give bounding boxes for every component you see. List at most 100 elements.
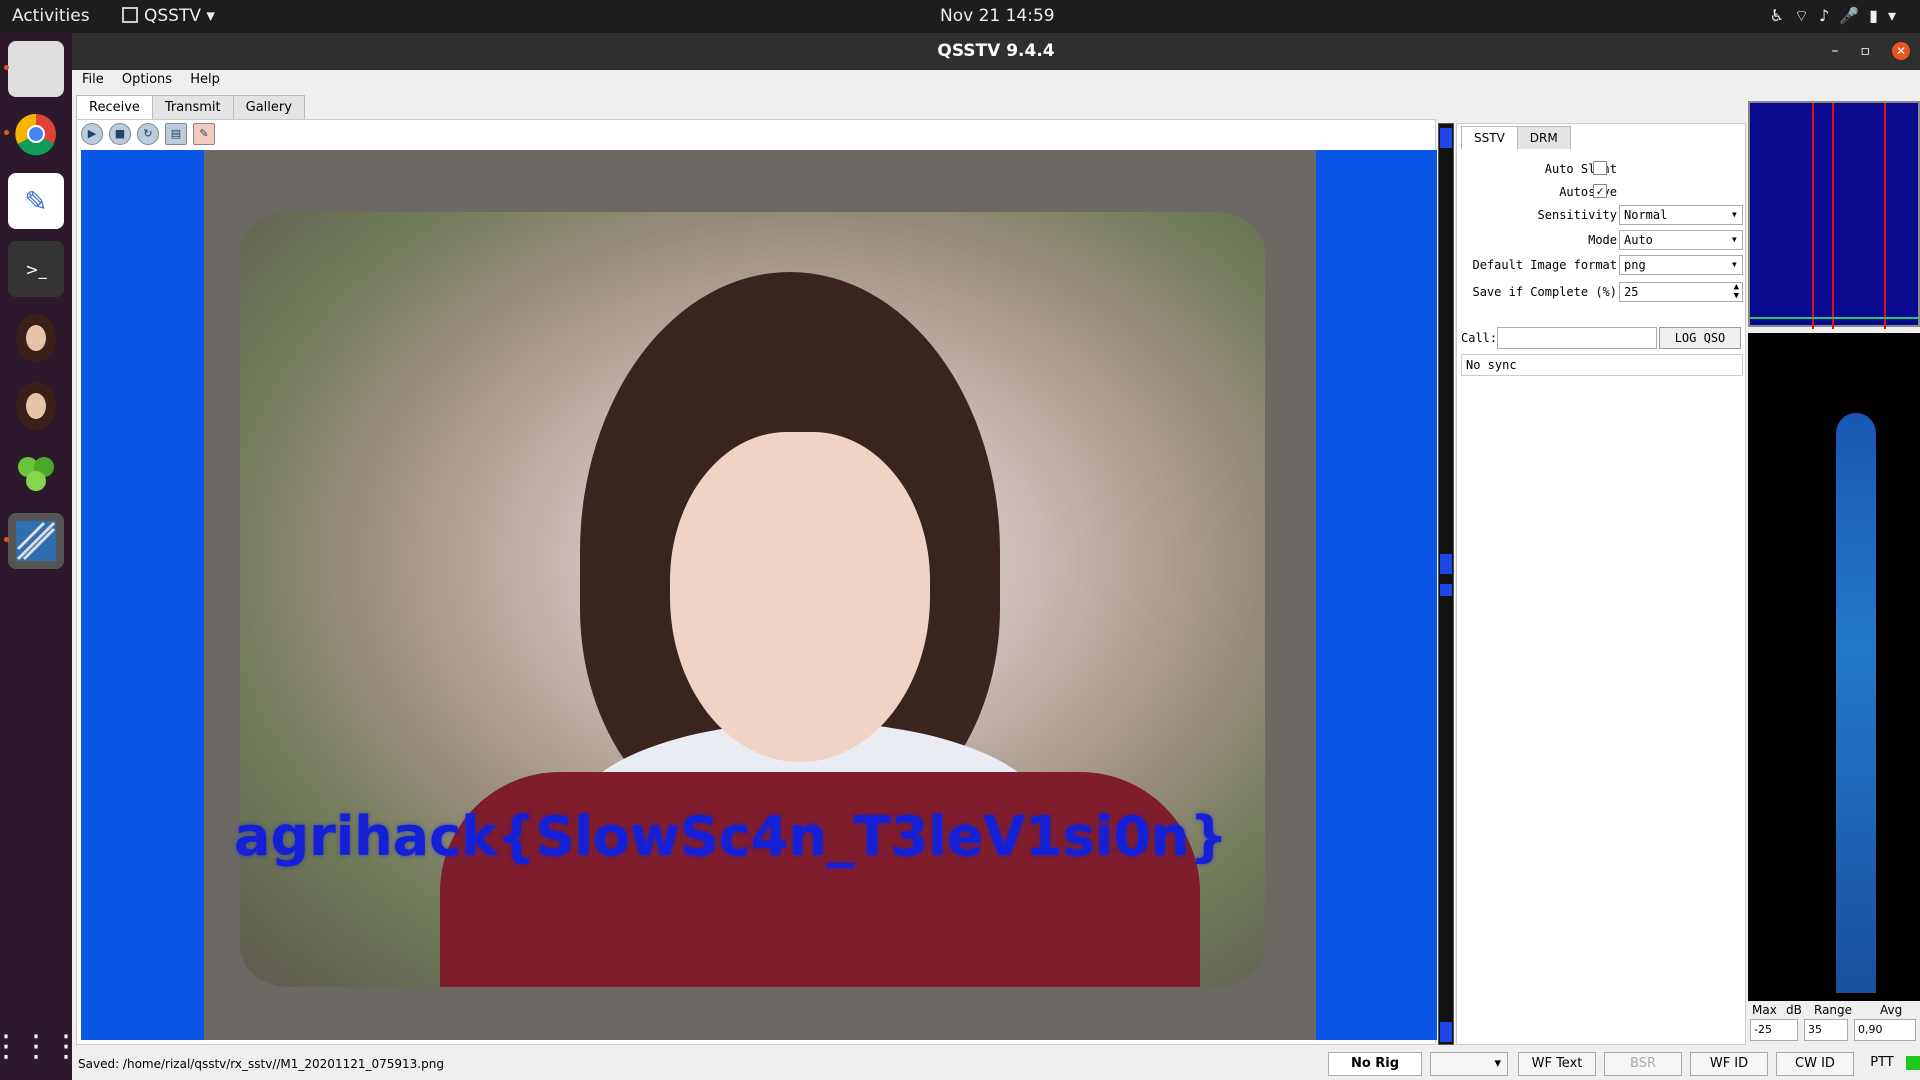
save-complete-row: Save if Complete (%) 25 ▲ ▼ <box>1457 281 1747 303</box>
activities-button[interactable]: Activities <box>12 6 90 26</box>
rig-select[interactable]: ▾ <box>1430 1052 1508 1076</box>
portrait-app-icon[interactable] <box>8 309 64 365</box>
resync-icon[interactable]: ↻ <box>137 123 159 145</box>
tab-gallery[interactable]: Gallery <box>232 95 305 119</box>
portrait-64-image <box>16 382 56 430</box>
cw-id-button[interactable]: CW ID <box>1776 1052 1854 1076</box>
system-tray[interactable]: ♿⌔♪🎤▮▾ <box>1770 6 1906 26</box>
maximize-button[interactable]: ▫ <box>1861 43 1893 59</box>
tab-drm[interactable]: DRM <box>1516 126 1571 149</box>
menu-options[interactable]: Options <box>122 72 172 87</box>
dock: ✎ >_ ⋮⋮⋮ <box>0 33 81 1080</box>
tuning-bar[interactable] <box>1438 123 1454 1045</box>
fft-baseline <box>1750 317 1918 319</box>
rig-status: No Rig <box>1328 1052 1422 1076</box>
accessibility-icon[interactable]: ♿ <box>1770 6 1794 25</box>
portrait-64-app-icon[interactable] <box>8 377 64 433</box>
main-tabs: Receive Transmit Gallery <box>76 95 305 119</box>
qsstv-app-icon[interactable] <box>4 513 64 569</box>
minimize-button[interactable]: – <box>1832 43 1861 59</box>
max-db-spinbox[interactable]: -25 <box>1750 1019 1798 1041</box>
image-format-select[interactable]: png <box>1619 255 1743 275</box>
stop-icon[interactable]: ■ <box>109 123 131 145</box>
wf-text-button[interactable]: WF Text <box>1518 1052 1596 1076</box>
app-menu-label: QSSTV <box>144 6 201 26</box>
auto-slant-checkbox[interactable] <box>1593 161 1607 175</box>
close-button[interactable]: ✕ <box>1892 42 1910 60</box>
sensitivity-label: Sensitivity <box>1537 208 1617 222</box>
bsr-button[interactable]: BSR <box>1604 1052 1682 1076</box>
tray-menu-chevron-down-icon[interactable]: ▾ <box>1888 6 1906 25</box>
waterfall-display[interactable] <box>1748 333 1920 1001</box>
erase-icon[interactable]: ✎ <box>193 123 215 145</box>
wf-id-button[interactable]: WF ID <box>1690 1052 1768 1076</box>
save-complete-spinbox[interactable]: 25 ▲ ▼ <box>1619 282 1743 302</box>
max-label: Max <box>1752 1003 1777 1017</box>
battery-icon[interactable]: ▮ <box>1869 6 1888 25</box>
sync-status: No sync <box>1461 354 1743 376</box>
spin-arrows-icon[interactable]: ▲ ▼ <box>1734 283 1739 301</box>
tab-receive[interactable]: Receive <box>76 95 153 119</box>
save-complete-label: Save if Complete (%) <box>1472 285 1618 299</box>
volume-icon[interactable]: ♪ <box>1819 6 1839 25</box>
tab-sstv[interactable]: SSTV <box>1461 126 1518 149</box>
save-icon[interactable]: ▤ <box>165 123 187 145</box>
title-bar: QSSTV 9.4.4 –▫ ✕ <box>72 33 1920 70</box>
files-icon[interactable] <box>4 41 64 97</box>
auto-slant-row: Auto Slant <box>1457 158 1747 180</box>
show-apps-icon[interactable]: ⋮⋮⋮ <box>0 1018 81 1074</box>
app-menu[interactable]: QSSTV ▾ <box>122 6 215 26</box>
tab-transmit[interactable]: Transmit <box>151 95 234 119</box>
receive-toolbar: ▶ ■ ↻ ▤ ✎ <box>81 122 221 146</box>
microphone-icon[interactable]: 🎤 <box>1839 6 1869 25</box>
chrome-icon[interactable] <box>4 106 64 162</box>
rig-select-chevron-down-icon: ▾ <box>1494 1056 1501 1071</box>
system-top-bar: Activities QSSTV ▾ Nov 21 14:59 ♿⌔♪🎤▮▾ <box>0 0 1920 33</box>
qsstv-window: QSSTV 9.4.4 –▫ ✕ File Options Help Receiv… <box>72 33 1920 1080</box>
log-qso-button[interactable]: LOG QSO <box>1659 327 1741 349</box>
mode-row: Mode Auto <box>1457 229 1747 251</box>
terminal-icon[interactable]: >_ <box>8 241 64 297</box>
fft-display[interactable] <box>1748 101 1920 329</box>
call-input[interactable] <box>1497 327 1657 349</box>
autosave-label: Autosave <box>1559 185 1617 199</box>
ptt-indicator <box>1906 1056 1920 1070</box>
running-indicator <box>4 65 9 70</box>
marker-line-1 <box>1812 103 1814 329</box>
start-icon[interactable]: ▶ <box>81 123 103 145</box>
sensitivity-value: Normal <box>1624 208 1668 222</box>
sensitivity-select[interactable]: Normal <box>1619 205 1743 225</box>
running-indicator <box>4 130 9 135</box>
network-icon[interactable]: ⌔ <box>1794 6 1819 25</box>
green-hex-image <box>18 457 54 491</box>
received-image-canvas[interactable]: agrihack{SlowSc4n_T3leV1si0n} <box>81 150 1437 1040</box>
text-editor-icon[interactable]: ✎ <box>8 173 64 229</box>
running-indicator <box>4 537 9 542</box>
image-format-value: png <box>1624 258 1646 272</box>
tuning-marker-s <box>1440 554 1452 574</box>
receive-panel: ▶ ■ ↻ ▤ ✎ agrihack{SlowSc4n_T3leV1si0n} <box>76 119 1437 1045</box>
menu-file[interactable]: File <box>82 72 104 87</box>
mode-select[interactable]: Auto <box>1619 230 1743 250</box>
avg-label: Avg <box>1880 1003 1903 1017</box>
marker-line-3 <box>1884 103 1886 329</box>
avg-spinbox[interactable]: 0,90 <box>1854 1019 1916 1041</box>
image-format-label: Default Image format <box>1472 258 1618 272</box>
status-bar: Saved: /home/rizal/qsstv/rx_sstv//M1_202… <box>72 1048 1920 1080</box>
autosave-checkbox[interactable]: ✓ <box>1593 184 1607 198</box>
side-tabs: SSTV DRM <box>1461 126 1571 149</box>
marker-line-2 <box>1832 103 1834 329</box>
flag-text: agrihack{SlowSc4n_T3leV1si0n} <box>234 805 1228 868</box>
mode-value: Auto <box>1624 233 1653 247</box>
clock[interactable]: Nov 21 14:59 <box>940 6 1055 26</box>
window-controls: –▫ ✕ <box>1832 33 1910 70</box>
range-spinbox[interactable]: 35 <box>1804 1019 1848 1041</box>
sstv-settings-panel: SSTV DRM Auto Slant Autosave ✓ Sensitivity… <box>1456 123 1746 1045</box>
qsstv-image <box>16 521 56 561</box>
save-complete-value: 25 <box>1624 285 1639 299</box>
green-hex-app-icon[interactable] <box>8 445 64 501</box>
menu-help[interactable]: Help <box>190 72 220 87</box>
portrait-image <box>16 314 56 362</box>
tuning-marker-mid <box>1440 584 1452 596</box>
saved-path: Saved: /home/rizal/qsstv/rx_sstv//M1_202… <box>78 1057 444 1071</box>
